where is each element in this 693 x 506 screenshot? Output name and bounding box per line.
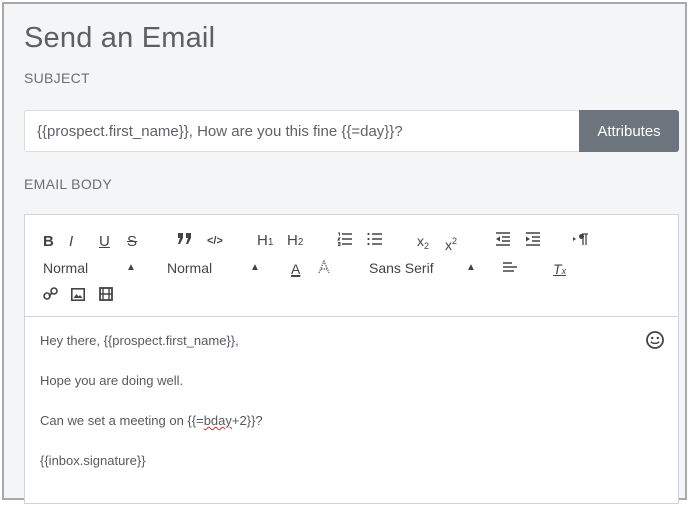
subject-field-group: Attributes xyxy=(24,110,679,152)
clear-format-button[interactable]: Tx xyxy=(553,260,566,280)
ordered-list-icon xyxy=(336,232,352,246)
text-direction-button[interactable] xyxy=(573,232,589,250)
emoji-icon[interactable] xyxy=(646,331,664,349)
text-color-button[interactable]: A xyxy=(291,260,300,278)
size-picker-label: Normal xyxy=(43,260,89,276)
send-email-panel: Send an Email SUBJECT Attributes EMAIL B… xyxy=(2,2,687,504)
font-picker-label: Sans Serif xyxy=(369,260,434,276)
picker-arrows-icon: ▲ xyxy=(126,262,136,273)
editor-content[interactable]: Hey there, {{prospect.first_name}}, Hope… xyxy=(25,317,678,503)
header-picker[interactable]: Normal ▲ xyxy=(167,260,267,276)
picker-arrows-icon: ▲ xyxy=(250,262,260,273)
italic-button[interactable]: I xyxy=(69,232,73,251)
background-color-icon xyxy=(318,259,330,274)
subject-label: SUBJECT xyxy=(24,70,90,86)
strike-label: S xyxy=(127,233,138,250)
h1-button[interactable]: H1 xyxy=(257,232,273,252)
email-body-label: EMAIL BODY xyxy=(24,176,113,192)
font-picker[interactable]: Sans Serif ▲ xyxy=(369,260,479,276)
image-button[interactable] xyxy=(71,287,85,305)
video-icon xyxy=(99,287,113,301)
image-icon xyxy=(71,288,85,301)
strike-button[interactable]: S xyxy=(127,232,137,251)
align-icon xyxy=(503,262,517,272)
subject-input[interactable] xyxy=(25,111,578,151)
indent-icon xyxy=(526,232,540,246)
misspelled-word: bday xyxy=(203,413,232,428)
header-picker-label: Normal xyxy=(167,260,213,276)
page-title: Send an Email xyxy=(24,22,216,54)
code-button[interactable]: </> xyxy=(207,232,223,250)
body-line: {{inbox.signature}} xyxy=(40,453,146,468)
rtl-paragraph-icon xyxy=(573,233,588,245)
bold-label: B xyxy=(43,233,54,250)
ordered-list-button[interactable] xyxy=(336,232,353,250)
link-button[interactable] xyxy=(43,287,58,306)
body-line-meeting: Can we set a meeting on {{=bday+2}}? xyxy=(40,413,263,428)
meeting-text-suffix: +2}}? xyxy=(231,413,263,428)
italic-label: I xyxy=(69,233,74,250)
picker-arrows-icon: ▲ xyxy=(466,262,476,273)
bullet-list-icon xyxy=(367,232,382,246)
align-button[interactable] xyxy=(503,260,517,278)
underline-button[interactable]: U xyxy=(99,232,110,251)
rich-text-editor: B I U S </> H1 H2 x2 x2 Normal ▲ Normal … xyxy=(24,214,679,504)
outdent-button[interactable] xyxy=(495,232,511,250)
indent-button[interactable] xyxy=(525,232,541,250)
attributes-button[interactable]: Attributes xyxy=(579,110,679,152)
bullet-list-button[interactable] xyxy=(367,232,383,250)
meeting-text-prefix: Can we set a meeting on {{= xyxy=(40,413,204,428)
body-line: Hey there, {{prospect.first_name}}, xyxy=(40,333,239,348)
blockquote-button[interactable] xyxy=(177,232,193,250)
video-button[interactable] xyxy=(99,287,113,305)
outdent-icon xyxy=(496,232,510,246)
background-color-button[interactable] xyxy=(317,259,331,278)
h2-button[interactable]: H2 xyxy=(287,232,303,252)
superscript-button[interactable]: x2 xyxy=(445,232,457,254)
body-line: Hope you are doing well. xyxy=(40,373,184,388)
underline-label: U xyxy=(99,233,110,250)
bold-button[interactable]: B xyxy=(43,232,54,251)
subscript-button[interactable]: x2 xyxy=(417,232,429,255)
link-icon xyxy=(43,287,58,300)
size-picker[interactable]: Normal ▲ xyxy=(43,260,143,276)
editor-toolbar: B I U S </> H1 H2 x2 x2 Normal ▲ Normal … xyxy=(25,215,678,317)
quote-icon xyxy=(178,233,191,244)
